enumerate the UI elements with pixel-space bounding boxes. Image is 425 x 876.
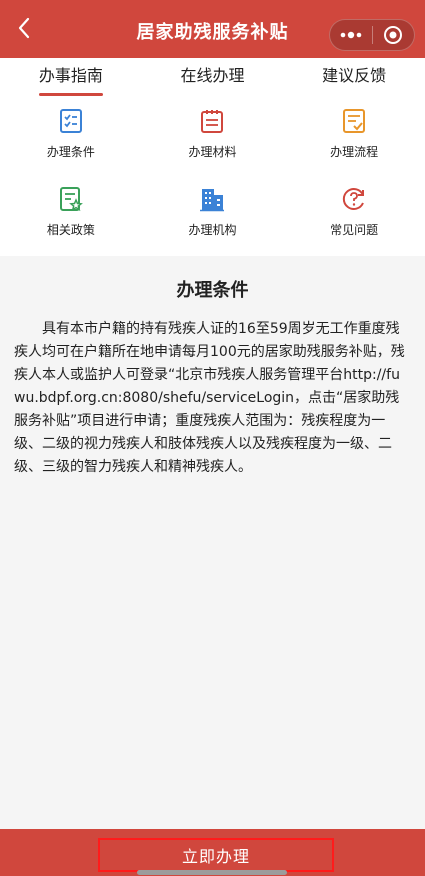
section-body: 具有本市户籍的持有残疾人证的16至59周岁无工作重度残疾人均可在户籍所在地申请每… xyxy=(14,321,405,475)
grid-item-label: 办理流程 xyxy=(330,145,379,159)
grid-item-materials[interactable]: 办理材料 xyxy=(142,98,284,176)
grid-item-label: 常见问题 xyxy=(330,223,379,237)
tab-online[interactable]: 在线办理 xyxy=(142,58,284,98)
close-button[interactable] xyxy=(373,20,415,50)
notepad-icon xyxy=(201,110,224,133)
grid-item-faq[interactable]: 常见问题 xyxy=(283,176,425,256)
question-refresh-icon xyxy=(343,188,365,210)
tab-feedback[interactable]: 建议反馈 xyxy=(283,58,425,98)
more-button[interactable] xyxy=(330,20,372,50)
grid-item-conditions[interactable]: 办理条件 xyxy=(0,98,142,176)
content-panel: 办理条件 具有本市户籍的持有残疾人证的16至59周岁无工作重度残疾人均可在户籍所… xyxy=(0,256,425,829)
policy-star-icon xyxy=(59,187,83,212)
tab-bar: 办事指南 在线办理 建议反馈 xyxy=(0,58,425,98)
flow-document-icon xyxy=(343,109,366,133)
home-indicator xyxy=(137,870,287,875)
mini-program-capsule xyxy=(329,19,415,51)
grid-item-label: 办理机构 xyxy=(188,223,237,237)
app-screen: 居家助残服务补贴 办事指南 在线办理 建议反馈 办理条件 办理材料 办理流程 相… xyxy=(0,0,425,876)
grid-item-label: 相关政策 xyxy=(46,223,95,237)
more-dots-icon xyxy=(340,31,362,39)
grid-item-policy[interactable]: 相关政策 xyxy=(0,176,142,256)
checklist-icon xyxy=(59,109,82,133)
building-icon xyxy=(200,189,225,212)
section-title: 办理条件 xyxy=(176,280,249,301)
grid-item-process[interactable]: 办理流程 xyxy=(283,98,425,176)
navbar: 居家助残服务补贴 xyxy=(0,0,425,58)
grid-item-label: 办理条件 xyxy=(46,145,95,159)
service-grid: 办理条件 办理材料 办理流程 相关政策 办理机构 常见问题 xyxy=(0,98,425,256)
apply-now-button[interactable]: 立即办理 xyxy=(98,838,334,872)
grid-item-agencies[interactable]: 办理机构 xyxy=(142,176,284,256)
grid-item-label: 办理材料 xyxy=(188,145,237,159)
bottom-bar: 立即办理 xyxy=(0,829,425,876)
tab-guide[interactable]: 办事指南 xyxy=(0,58,142,98)
target-circle-icon xyxy=(384,26,403,44)
